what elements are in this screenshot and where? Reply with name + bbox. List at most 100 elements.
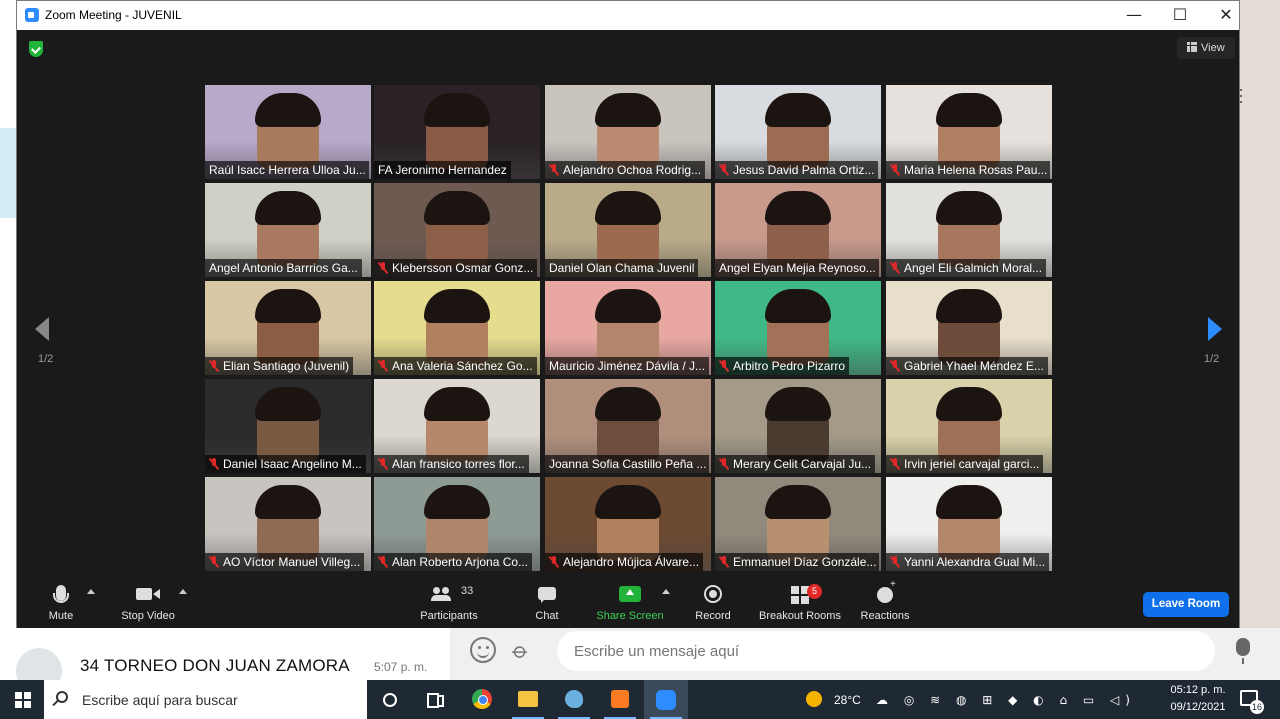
participant-video-tile[interactable]: Alan Roberto Arjona Co... — [374, 477, 540, 571]
participant-name: Maria Helena Rosas Pau... — [904, 163, 1048, 177]
clock-date[interactable]: 09/12/2021 — [1168, 701, 1228, 713]
participant-video-tile[interactable]: Jesus David Palma Ortiz... — [715, 85, 881, 179]
participant-video-tile[interactable]: Mauricio Jiménez Dávila / J... — [545, 281, 711, 375]
paint-icon[interactable] — [552, 680, 596, 719]
zoom-window: Zoom Meeting - JUVENIL — ☐ ✕ View 1/2 1/… — [16, 0, 1240, 628]
participant-name-label: Alan Roberto Arjona Co... — [374, 553, 533, 571]
participant-name: FA Jeronimo Hernandez — [378, 163, 507, 177]
participant-name-label: AO Víctor Manuel Villeg... — [205, 553, 365, 571]
participant-name-label: Daniel Isaac Angelino M... — [205, 455, 366, 473]
muted-microphone-icon — [890, 458, 900, 470]
leave-room-button[interactable]: Leave Room — [1143, 592, 1229, 617]
participant-video-tile[interactable]: Elian Santiago (Juvenil) — [205, 281, 371, 375]
participant-video-tile[interactable]: Daniel Isaac Angelino M... — [205, 379, 371, 473]
weather-temperature[interactable]: 28°C — [834, 693, 861, 707]
muted-microphone-icon — [549, 164, 559, 176]
task-view-icon[interactable] — [412, 680, 456, 719]
xampp-icon[interactable] — [598, 680, 642, 719]
chat-label: Chat — [535, 610, 559, 622]
system-tray-icons[interactable]: ☁ ◎ ≋ ◍ ⊞ ◆ ◐ ⌂ ▭ ◁) — [876, 693, 1156, 709]
message-input[interactable] — [557, 631, 1215, 671]
participant-video-tile[interactable]: Raúl Isacc Herrera Ulloa Ju... — [205, 85, 371, 179]
muted-microphone-icon — [890, 164, 900, 176]
file-explorer-icon[interactable] — [506, 680, 550, 719]
muted-microphone-icon — [378, 262, 388, 274]
participant-video-tile[interactable]: Irvin jeriel carvajal garci... — [886, 379, 1052, 473]
clock-time[interactable]: 05:12 p. m. — [1170, 684, 1226, 696]
participants-button[interactable]: 33 Participants — [417, 579, 481, 628]
participant-name: Emmanuel Díaz Gonzále... — [733, 555, 877, 569]
stop-video-button[interactable]: Stop Video — [113, 579, 183, 628]
participant-video-tile[interactable]: Angel Elyan Mejia Reynoso... — [715, 183, 881, 277]
background-right-strip — [1240, 0, 1280, 680]
participant-video-tile[interactable]: Joanna Sofia Castillo Peña ... — [545, 379, 711, 473]
cortana-icon[interactable] — [368, 680, 412, 719]
participant-video-tile[interactable]: Daniel Olan Chama Juvenil — [545, 183, 711, 277]
chat-title[interactable]: 34 TORNEO DON JUAN ZAMORA — [80, 656, 350, 676]
emoji-icon[interactable] — [470, 637, 496, 663]
participant-video-tile[interactable]: Klebersson Osmar Gonz... — [374, 183, 540, 277]
view-button[interactable]: View — [1177, 37, 1235, 59]
share-screen-icon — [619, 586, 641, 602]
participant-video-tile[interactable]: Merary Celit Carvajal Ju... — [715, 379, 881, 473]
participant-name-label: Alan fransico torres flor... — [374, 455, 529, 473]
zoom-taskbar-icon[interactable] — [644, 680, 688, 719]
participant-name: Angel Elyan Mejia Reynoso... — [719, 261, 876, 275]
muted-microphone-icon — [378, 556, 388, 568]
participant-video-tile[interactable]: Arbitro Pedro Pizarro — [715, 281, 881, 375]
reactions-label: Reactions — [860, 610, 910, 622]
participant-video-tile[interactable]: FA Jeronimo Hernandez — [374, 85, 540, 179]
mute-button[interactable]: Mute — [41, 579, 81, 628]
next-page-arrow-icon[interactable] — [1208, 317, 1222, 341]
chat-button[interactable]: Chat — [527, 579, 567, 628]
share-screen-label: Share Screen — [596, 610, 664, 622]
microphone-icon[interactable] — [1236, 638, 1250, 664]
participant-name-label: Alejandro Ochoa Rodrig... — [545, 161, 706, 179]
breakout-rooms-button[interactable]: 5 Breakout Rooms — [755, 579, 845, 628]
video-options-caret-icon[interactable] — [179, 589, 187, 594]
previous-page-arrow-icon[interactable] — [35, 317, 49, 341]
reactions-button[interactable]: Reactions — [857, 579, 913, 628]
record-icon — [704, 585, 722, 603]
record-label: Record — [695, 610, 731, 622]
close-button[interactable]: ✕ — [1203, 1, 1249, 30]
participant-video-tile[interactable]: Alan fransico torres flor... — [374, 379, 540, 473]
audio-options-caret-icon[interactable] — [87, 589, 95, 594]
chat-time: 5:07 p. m. — [374, 660, 428, 674]
share-options-caret-icon[interactable] — [662, 589, 670, 594]
participant-name-label: Joanna Sofia Castillo Peña ... — [545, 455, 709, 473]
participant-video-tile[interactable]: Gabriel Yhael Méndez E... — [886, 281, 1052, 375]
taskbar-search-box[interactable]: Escribe aquí para buscar — [44, 680, 367, 719]
participant-video-tile[interactable]: Angel Eli Galmich Moral... — [886, 183, 1052, 277]
participant-name: Angel Antonio Barrrios Ga... — [209, 261, 358, 275]
muted-microphone-icon — [890, 360, 900, 372]
minimize-button[interactable]: — — [1111, 1, 1157, 30]
muted-microphone-icon — [378, 458, 388, 470]
maximize-button[interactable]: ☐ — [1157, 1, 1203, 30]
participant-video-tile[interactable]: Emmanuel Díaz Gonzále... — [715, 477, 881, 571]
chrome-icon[interactable] — [460, 680, 504, 719]
participants-icon — [431, 587, 453, 601]
notification-count-badge: 16 — [1250, 700, 1264, 714]
breakout-rooms-label: Breakout Rooms — [759, 610, 841, 622]
zoom-app-icon — [25, 8, 39, 22]
participant-video-tile[interactable]: AO Víctor Manuel Villeg... — [205, 477, 371, 571]
participant-video-tile[interactable]: Yanni Alexandra Gual Mi... — [886, 477, 1052, 571]
muted-microphone-icon — [890, 262, 900, 274]
participant-video-tile[interactable]: Alejandro Mújica Álvare... — [545, 477, 711, 571]
participant-video-tile[interactable]: Alejandro Ochoa Rodrig... — [545, 85, 711, 179]
security-shield-icon[interactable] — [29, 41, 43, 57]
participant-video-tile[interactable]: Ana Valeria Sánchez Go... — [374, 281, 540, 375]
participant-count: 33 — [461, 585, 474, 597]
background-left-strip — [0, 0, 16, 680]
participant-name-label: Gabriel Yhael Méndez E... — [886, 357, 1048, 375]
participant-video-tile[interactable]: Maria Helena Rosas Pau... — [886, 85, 1052, 179]
weather-sun-icon[interactable] — [806, 691, 822, 707]
participant-name: Joanna Sofia Castillo Peña ... — [549, 457, 707, 471]
windows-start-icon[interactable] — [0, 680, 44, 719]
record-button[interactable]: Record — [693, 579, 733, 628]
participant-video-tile[interactable]: Angel Antonio Barrrios Ga... — [205, 183, 371, 277]
muted-microphone-icon — [719, 360, 729, 372]
share-screen-button[interactable]: Share Screen — [593, 579, 667, 628]
participant-name-label: FA Jeronimo Hernandez — [374, 161, 511, 179]
